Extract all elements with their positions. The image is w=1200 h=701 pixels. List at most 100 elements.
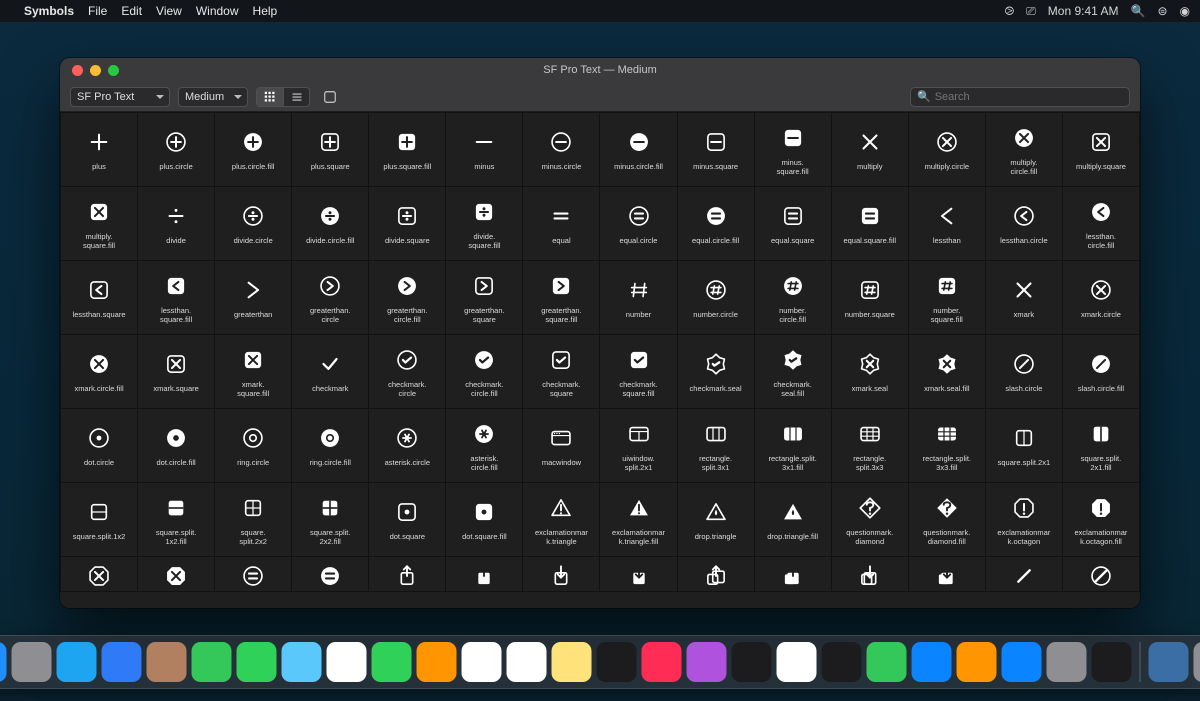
symbol-cell[interactable]: plus.circle.fill: [215, 113, 291, 186]
symbol-cell[interactable]: number.square: [832, 261, 908, 334]
symbol-cell[interactable]: [909, 557, 985, 591]
symbol-cell[interactable]: rectangle.split. 3x3.fill: [909, 409, 985, 482]
dock-app-music[interactable]: [642, 642, 682, 682]
symbol-cell[interactable]: [755, 557, 831, 591]
dock-app-stocks[interactable]: [822, 642, 862, 682]
symbol-cell[interactable]: rectangle. split.3x1: [678, 409, 754, 482]
symbol-cell[interactable]: square.split. 2x2.fill: [292, 483, 368, 556]
traffic-light-close[interactable]: [72, 65, 83, 76]
symbol-cell[interactable]: dot.circle: [61, 409, 137, 482]
menubar-item-edit[interactable]: Edit: [121, 4, 142, 18]
symbol-cell[interactable]: checkmark.seal: [678, 335, 754, 408]
symbol-cell[interactable]: [986, 557, 1062, 591]
symbol-cell[interactable]: greaterthan. square.fill: [523, 261, 599, 334]
symbol-cell[interactable]: multiply. square.fill: [61, 187, 137, 260]
symbol-cell[interactable]: square. split.2x2: [215, 483, 291, 556]
dock-app-podcasts[interactable]: [687, 642, 727, 682]
symbol-cell[interactable]: rectangle.split. 3x1.fill: [755, 409, 831, 482]
symbol-cell[interactable]: equal.circle: [600, 187, 676, 260]
symbol-cell[interactable]: xmark.circle.fill: [61, 335, 137, 408]
symbol-cell[interactable]: minus.circle.fill: [600, 113, 676, 186]
symbol-cell[interactable]: questionmark. diamond.fill: [909, 483, 985, 556]
symbol-cell[interactable]: plus.square.fill: [369, 113, 445, 186]
symbol-cell[interactable]: xmark: [986, 261, 1062, 334]
symbol-cell[interactable]: checkmark. circle: [369, 335, 445, 408]
dock-trash[interactable]: [1194, 642, 1200, 682]
dock-app-app-store[interactable]: [1002, 642, 1042, 682]
symbol-cell[interactable]: checkmark. square.fill: [600, 335, 676, 408]
symbol-cell[interactable]: xmark.seal.fill: [909, 335, 985, 408]
menubar-clock[interactable]: Mon 9:41 AM: [1048, 4, 1119, 18]
symbol-cell[interactable]: slash.circle: [986, 335, 1062, 408]
symbol-cell[interactable]: number. circle.fill: [755, 261, 831, 334]
search-field[interactable]: 🔍: [910, 87, 1130, 107]
symbol-cell[interactable]: [369, 557, 445, 591]
symbol-cell[interactable]: ring.circle: [215, 409, 291, 482]
dock-app-finder[interactable]: [0, 642, 7, 682]
symbol-cell[interactable]: [832, 557, 908, 591]
symbol-cell[interactable]: equal: [523, 187, 599, 260]
symbol-cell[interactable]: [523, 557, 599, 591]
symbol-cell[interactable]: exclamationmar k.octagon: [986, 483, 1062, 556]
dock-app-safari[interactable]: [57, 642, 97, 682]
symbol-cell[interactable]: xmark.circle: [1063, 261, 1139, 334]
view-mode-grid-button[interactable]: [257, 88, 283, 106]
symbol-cell[interactable]: [215, 557, 291, 591]
dock-app-sf-symbols[interactable]: [1092, 642, 1132, 682]
symbol-cell[interactable]: number. square.fill: [909, 261, 985, 334]
symbol-cell[interactable]: [138, 557, 214, 591]
toolbar-info-button[interactable]: [318, 87, 342, 107]
dock-app-mail[interactable]: [102, 642, 142, 682]
menubar-item-help[interactable]: Help: [253, 4, 278, 18]
symbol-cell[interactable]: equal.square: [755, 187, 831, 260]
dock-downloads[interactable]: [1149, 642, 1189, 682]
symbol-cell[interactable]: divide: [138, 187, 214, 260]
symbol-cell[interactable]: exclamationmar k.octagon.fill: [1063, 483, 1139, 556]
dock-app-calendar[interactable]: [462, 642, 502, 682]
search-input[interactable]: [935, 91, 1123, 103]
symbol-cell[interactable]: lessthan.circle: [986, 187, 1062, 260]
dock-app-keynote[interactable]: [912, 642, 952, 682]
symbol-cell[interactable]: lessthan: [909, 187, 985, 260]
symbol-cell[interactable]: square.split. 2x1.fill: [1063, 409, 1139, 482]
symbol-cell[interactable]: multiply: [832, 113, 908, 186]
symbol-cell[interactable]: dot.square: [369, 483, 445, 556]
symbol-cell[interactable]: checkmark. square: [523, 335, 599, 408]
symbol-cell[interactable]: greaterthan. circle.fill: [369, 261, 445, 334]
menubar-item-file[interactable]: File: [88, 4, 107, 18]
symbol-cell[interactable]: greaterthan: [215, 261, 291, 334]
symbol-cell[interactable]: greaterthan. circle: [292, 261, 368, 334]
symbol-cell[interactable]: [1063, 557, 1139, 591]
screen-mirror-icon[interactable]: ⎚: [1026, 4, 1036, 19]
symbol-cell[interactable]: macwindow: [523, 409, 599, 482]
menubar-item-view[interactable]: View: [156, 4, 182, 18]
symbol-cell[interactable]: uiwindow. split.2x1: [600, 409, 676, 482]
symbol-cell[interactable]: greaterthan. square: [446, 261, 522, 334]
symbol-cell[interactable]: number.circle: [678, 261, 754, 334]
symbol-cell[interactable]: minus. square.fill: [755, 113, 831, 186]
symbol-cell[interactable]: dot.circle.fill: [138, 409, 214, 482]
dock-app-photos[interactable]: [327, 642, 367, 682]
symbol-cell[interactable]: divide.circle.fill: [292, 187, 368, 260]
symbol-cell[interactable]: [446, 557, 522, 591]
symbol-cell[interactable]: slash.circle.fill: [1063, 335, 1139, 408]
view-mode-list-button[interactable]: [283, 88, 309, 106]
wifi-icon[interactable]: ⧁: [1005, 4, 1015, 19]
menubar-app-name[interactable]: Symbols: [24, 4, 74, 18]
spotlight-icon[interactable]: 🔍: [1131, 4, 1146, 18]
siri-icon[interactable]: ◉: [1180, 4, 1190, 18]
symbol-cell[interactable]: multiply.square: [1063, 113, 1139, 186]
dock-app-maps[interactable]: [282, 642, 322, 682]
symbol-cell[interactable]: xmark. square.fill: [215, 335, 291, 408]
dock-app-news[interactable]: [777, 642, 817, 682]
symbol-cell[interactable]: [600, 557, 676, 591]
symbol-cell[interactable]: square.split. 1x2.fill: [138, 483, 214, 556]
symbol-cell[interactable]: square.split.1x2: [61, 483, 137, 556]
dock-app-contacts[interactable]: [147, 642, 187, 682]
symbol-cell[interactable]: questionmark. diamond: [832, 483, 908, 556]
symbol-cell[interactable]: divide.circle: [215, 187, 291, 260]
symbol-cell[interactable]: asterisk. circle.fill: [446, 409, 522, 482]
symbol-cell[interactable]: lessthan. circle.fill: [1063, 187, 1139, 260]
dock-app-notes[interactable]: [552, 642, 592, 682]
symbol-cell[interactable]: minus.square: [678, 113, 754, 186]
